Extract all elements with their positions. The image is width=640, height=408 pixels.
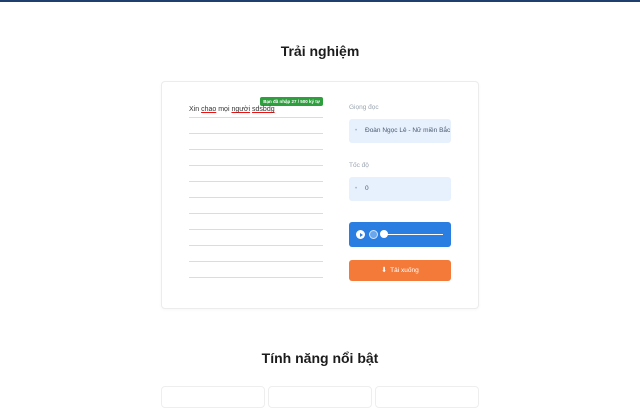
feature-card[interactable] <box>375 386 479 408</box>
progress-knob[interactable] <box>380 230 388 238</box>
misspelled-word: sdsbdg <box>252 106 275 113</box>
download-icon: ⬇ <box>381 267 388 274</box>
text-editor[interactable]: Bạn đã nhập 27 / 500 ký tự Xin chao mọi … <box>189 97 323 284</box>
editor-line-1[interactable]: Xin chao mọi người sdsbdg <box>189 104 323 118</box>
feature-card[interactable] <box>161 386 265 408</box>
editor-line[interactable] <box>189 184 323 198</box>
editor-line[interactable] <box>189 120 323 134</box>
word: Xin <box>189 106 200 113</box>
top-bar <box>0 0 640 2</box>
misspelled-word: chao <box>201 106 217 113</box>
word: mọi <box>218 106 230 113</box>
download-button[interactable]: ⬇ Tải xuống <box>349 260 451 281</box>
stop-icon[interactable] <box>369 230 378 239</box>
section-title-try: Trải nghiệm <box>280 43 360 59</box>
editor-line[interactable] <box>189 232 323 246</box>
bullet-icon: • <box>355 186 358 192</box>
progress-track[interactable] <box>382 234 443 235</box>
editor-line[interactable] <box>189 168 323 182</box>
section-title-features: Tính năng nổi bật <box>261 350 379 366</box>
editor-line[interactable] <box>189 216 323 230</box>
editor-line[interactable] <box>189 264 323 278</box>
bullet-icon: • <box>355 128 358 134</box>
misspelled-word: người <box>231 106 251 113</box>
tts-demo-card: Bạn đã nhập 27 / 500 ký tự Xin chao mọi … <box>161 81 479 309</box>
voice-selected-value: Đoàn Ngọc Lê - Nữ miền Bắc <box>365 127 451 134</box>
editor-line[interactable] <box>189 136 323 150</box>
editor-line[interactable] <box>189 152 323 166</box>
voice-label: Giọng đọc <box>349 104 379 111</box>
editor-line[interactable] <box>189 248 323 262</box>
download-label: Tải xuống <box>390 267 419 274</box>
editor-line[interactable] <box>189 200 323 214</box>
voice-select[interactable]: • Đoàn Ngọc Lê - Nữ miền Bắc <box>349 119 451 143</box>
play-icon[interactable] <box>356 230 365 239</box>
speed-select[interactable]: • 0 <box>349 177 451 201</box>
speed-selected-value: 0 <box>365 185 369 192</box>
audio-player <box>349 222 451 247</box>
feature-card[interactable] <box>268 386 372 408</box>
speed-label: Tốc độ <box>349 162 369 169</box>
